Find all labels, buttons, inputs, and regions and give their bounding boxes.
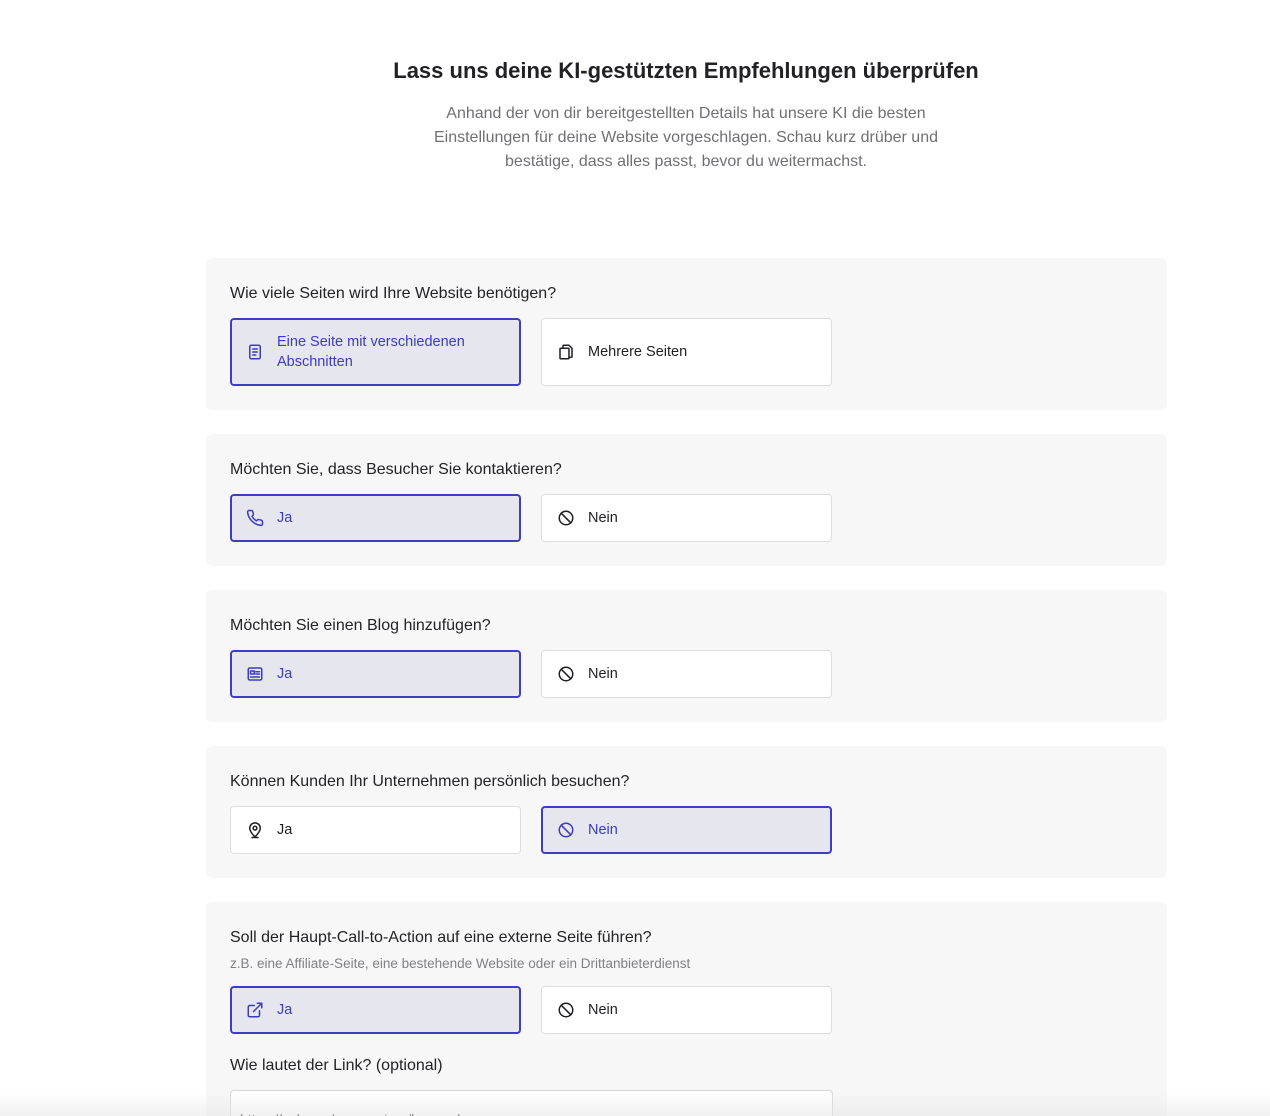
option-label: Nein xyxy=(588,1002,618,1018)
question-label: Möchten Sie einen Blog hinzufügen? xyxy=(230,617,491,634)
link-input[interactable] xyxy=(230,1090,833,1116)
map-pin-icon xyxy=(245,820,265,840)
option-contact-yes[interactable]: Ja xyxy=(230,494,521,542)
question-label: Wie viele Seiten wird Ihre Website benöt… xyxy=(230,285,557,302)
question-label: Können Kunden Ihr Unternehmen persönlich… xyxy=(230,773,630,790)
option-label: Ja xyxy=(277,822,293,838)
question-label: Möchten Sie, dass Besucher Sie kontaktie… xyxy=(230,461,562,478)
option-external-yes[interactable]: Ja xyxy=(230,986,521,1034)
option-label: Eine Seite mit verschiedenen Abschnitten xyxy=(277,334,465,370)
ban-icon xyxy=(556,820,576,840)
ban-icon xyxy=(556,508,576,528)
newspaper-icon xyxy=(245,664,265,684)
option-multiple-pages[interactable]: Mehrere Seiten xyxy=(541,318,832,386)
page-title: Lass uns deine KI-gestützten Empfehlunge… xyxy=(393,58,979,83)
option-label: Ja xyxy=(277,510,293,526)
option-visit-yes[interactable]: Ja xyxy=(230,806,521,854)
phone-icon xyxy=(245,508,265,528)
question-label: Soll der Haupt-Call-to-Action auf eine e… xyxy=(230,929,652,946)
option-label: Ja xyxy=(277,666,293,682)
page: Lass uns deine KI-gestützten Empfehlunge… xyxy=(0,0,1270,1116)
option-contact-no[interactable]: Nein xyxy=(541,494,832,542)
option-label: Nein xyxy=(588,510,618,526)
question-card-visit: Können Kunden Ihr Unternehmen persönlich… xyxy=(206,746,1167,878)
option-external-no[interactable]: Nein xyxy=(541,986,832,1034)
ban-icon xyxy=(556,664,576,684)
option-label: Nein xyxy=(588,822,618,838)
option-label: Nein xyxy=(588,666,618,682)
option-visit-no[interactable]: Nein xyxy=(541,806,832,854)
question-card-pages: Wie viele Seiten wird Ihre Website benöt… xyxy=(206,258,1167,410)
ban-icon xyxy=(556,1000,576,1020)
copy-pages-icon xyxy=(556,342,576,362)
external-link-icon xyxy=(245,1000,265,1020)
option-label: Ja xyxy=(277,1002,293,1018)
option-blog-no[interactable]: Nein xyxy=(541,650,832,698)
page-subtitle: Anhand der von dir bereitgestellten Deta… xyxy=(433,105,938,170)
question-hint: z.B. eine Affiliate-Seite, eine bestehen… xyxy=(230,956,691,971)
link-label: Wie lautet der Link? (optional) xyxy=(230,1057,443,1074)
option-label: Mehrere Seiten xyxy=(588,344,688,360)
option-blog-yes[interactable]: Ja xyxy=(230,650,521,698)
header: Lass uns deine KI-gestützten Empfehlunge… xyxy=(386,51,986,174)
question-card-external-cta: Soll der Haupt-Call-to-Action auf eine e… xyxy=(206,902,1167,1116)
document-icon xyxy=(245,342,265,362)
question-card-blog: Möchten Sie einen Blog hinzufügen? Ja Ne… xyxy=(206,590,1167,722)
question-card-contact: Möchten Sie, dass Besucher Sie kontaktie… xyxy=(206,434,1167,566)
option-one-page[interactable]: Eine Seite mit verschiedenen Abschnitten xyxy=(230,318,521,386)
